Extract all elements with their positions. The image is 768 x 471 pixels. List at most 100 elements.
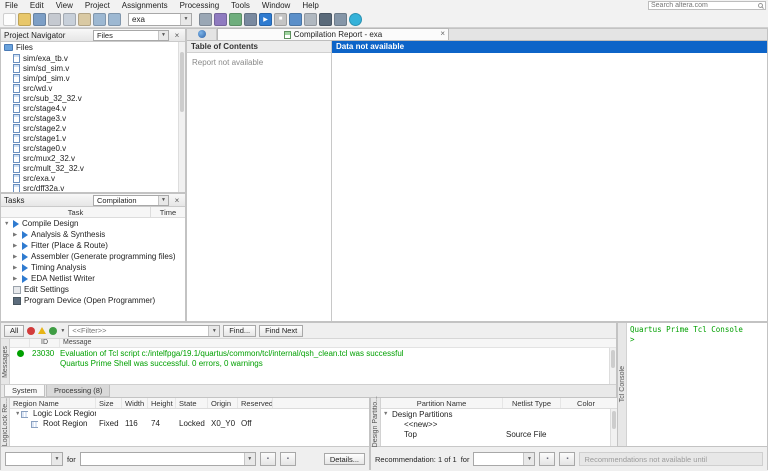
expander-icon[interactable]: ▼ (12, 409, 19, 419)
task-item[interactable]: Program Device (Open Programmer) (1, 295, 185, 306)
menu-item[interactable]: File (0, 0, 23, 11)
messages-tab[interactable]: Processing (8) (46, 385, 110, 397)
partition-row[interactable]: <<new>> (381, 419, 617, 429)
files-root-item[interactable]: Files (1, 42, 185, 53)
mini-action-button-1[interactable]: ▪ (539, 452, 555, 466)
logiclock-dock-tab[interactable]: LogicLock Re... (1, 398, 10, 446)
menu-item[interactable]: View (51, 0, 78, 11)
system-console-icon[interactable] (334, 13, 347, 26)
paste-icon[interactable] (78, 13, 91, 26)
task-item[interactable]: ▶ Fitter (Place & Route) (1, 240, 185, 251)
messages-dock-tab[interactable]: Messages (1, 339, 10, 384)
cut-icon[interactable] (48, 13, 61, 26)
message-row[interactable]: 23030 Evaluation of Tcl script c:/intelf… (10, 348, 616, 358)
close-icon[interactable]: × (172, 30, 182, 41)
file-tree-item[interactable]: src/exa.v (1, 173, 185, 183)
copy-icon[interactable] (63, 13, 76, 26)
partition-row[interactable]: ▼ Design Partitions (381, 409, 617, 419)
netlist-viewer-icon[interactable] (304, 13, 317, 26)
task-item[interactable]: Edit Settings (1, 284, 185, 295)
stop-icon[interactable]: ■ (274, 13, 287, 26)
search-input[interactable] (651, 2, 756, 9)
file-tree-item[interactable]: src/sub_32_32.v (1, 93, 185, 103)
file-tree-item[interactable]: sim/exa_tb.v (1, 53, 185, 63)
file-tree-item[interactable]: src/stage0.v (1, 143, 185, 153)
design-partitions-dock-tab[interactable]: Design Partitio... (371, 398, 381, 446)
expander-icon[interactable]: ▶ (13, 243, 20, 249)
tasks-mode-select[interactable]: Compilation ▼ (93, 195, 169, 206)
info-filter-icon[interactable] (49, 327, 57, 335)
mini-action-button-2[interactable]: ▪ (559, 452, 575, 466)
expander-icon[interactable]: ▼ (383, 411, 390, 417)
expander-icon[interactable]: ▶ (13, 276, 20, 282)
task-item[interactable]: ▶ Timing Analysis (1, 262, 185, 273)
find-button[interactable]: Find... (223, 325, 256, 337)
undo-icon[interactable] (93, 13, 106, 26)
close-icon[interactable]: × (440, 29, 445, 38)
file-tree-item[interactable]: src/dff32a.v (1, 183, 185, 192)
file-tree-item[interactable]: src/mult_32_32.v (1, 163, 185, 173)
scrollbar-thumb[interactable] (611, 350, 615, 368)
details-button[interactable]: Details... (324, 453, 365, 465)
project-select[interactable]: exa ▼ (128, 13, 192, 26)
recommendation-target-select[interactable]: ▼ (473, 452, 535, 466)
menu-item[interactable]: Project (80, 0, 115, 11)
chip-planner-icon[interactable] (244, 13, 257, 26)
tcl-console-dock-tab[interactable]: Tcl Console (618, 323, 627, 446)
save-icon[interactable] (33, 13, 46, 26)
scrollbar-thumb[interactable] (612, 411, 616, 429)
pin-planner-icon[interactable] (229, 13, 242, 26)
menu-item[interactable]: Edit (25, 0, 49, 11)
file-tree-item[interactable]: sim/pd_sim.v (1, 73, 185, 83)
task-item[interactable]: ▶ Analysis & Synthesis (1, 229, 185, 240)
files-scrollbar[interactable] (178, 42, 185, 192)
file-tree-item[interactable]: sim/sd_sim.v (1, 63, 185, 73)
file-tree-item[interactable]: src/stage1.v (1, 133, 185, 143)
menu-item[interactable]: Help (297, 0, 323, 11)
menu-item[interactable]: Tools (226, 0, 255, 11)
expander-icon[interactable]: ▼ (4, 221, 11, 227)
redo-icon[interactable] (108, 13, 121, 26)
expander-icon[interactable]: ▶ (13, 254, 20, 260)
messages-tab[interactable]: System (4, 385, 45, 397)
error-filter-icon[interactable] (27, 327, 35, 335)
task-item[interactable]: ▶ EDA Netlist Writer (1, 273, 185, 284)
open-file-icon[interactable] (18, 13, 31, 26)
warning-filter-icon[interactable] (38, 327, 46, 334)
navigator-mode-select[interactable]: Files ▼ (93, 30, 169, 41)
file-tree-item[interactable]: src/stage2.v (1, 123, 185, 133)
file-tree-item[interactable]: src/wd.v (1, 83, 185, 93)
region-action-select[interactable]: ▼ (5, 452, 63, 466)
start-compilation-icon[interactable]: ▶ (259, 13, 272, 26)
report-home-tab[interactable] (187, 28, 217, 40)
mini-action-button-1[interactable]: ▪ (260, 452, 276, 466)
message-filter-input[interactable] (69, 326, 208, 335)
filter-all-button[interactable]: All (4, 325, 24, 337)
menu-item[interactable]: Processing (175, 0, 225, 11)
search-box[interactable] (648, 1, 766, 10)
new-file-icon[interactable] (3, 13, 16, 26)
ip-catalog-icon[interactable] (349, 13, 362, 26)
menu-item[interactable]: Assignments (117, 0, 173, 11)
task-item[interactable]: ▶ Assembler (Generate programming files) (1, 251, 185, 262)
chevron-down-icon[interactable]: ▼ (60, 328, 65, 334)
file-tree-item[interactable]: src/mux2_32.v (1, 153, 185, 163)
timing-analyzer-icon[interactable] (289, 13, 302, 26)
find-next-button[interactable]: Find Next (259, 325, 303, 337)
assignment-editor-icon[interactable] (214, 13, 227, 26)
expander-icon[interactable]: ▶ (13, 265, 20, 271)
region-row[interactable]: Root Region Fixed 116 74 Locked X0_Y0 Of… (10, 419, 369, 429)
settings-icon[interactable] (199, 13, 212, 26)
file-tree-item[interactable]: src/stage4.v (1, 103, 185, 113)
programmer-icon[interactable] (319, 13, 332, 26)
tab-compilation-report[interactable]: Compilation Report - exa × (217, 28, 449, 40)
message-row[interactable]: Quartus Prime Shell was successful. 0 er… (10, 358, 616, 368)
partition-row[interactable]: Top Source File (381, 429, 617, 439)
report-row-data-not-available[interactable]: Data not available (332, 41, 767, 53)
region-row[interactable]: ▼ Logic Lock Regions (10, 409, 369, 419)
region-target-select[interactable]: ▼ (80, 452, 256, 466)
expander-icon[interactable]: ▶ (13, 232, 20, 238)
task-item[interactable]: ▼ Compile Design (1, 218, 185, 229)
scrollbar-thumb[interactable] (180, 52, 184, 112)
partitions-scrollbar[interactable] (610, 409, 617, 446)
